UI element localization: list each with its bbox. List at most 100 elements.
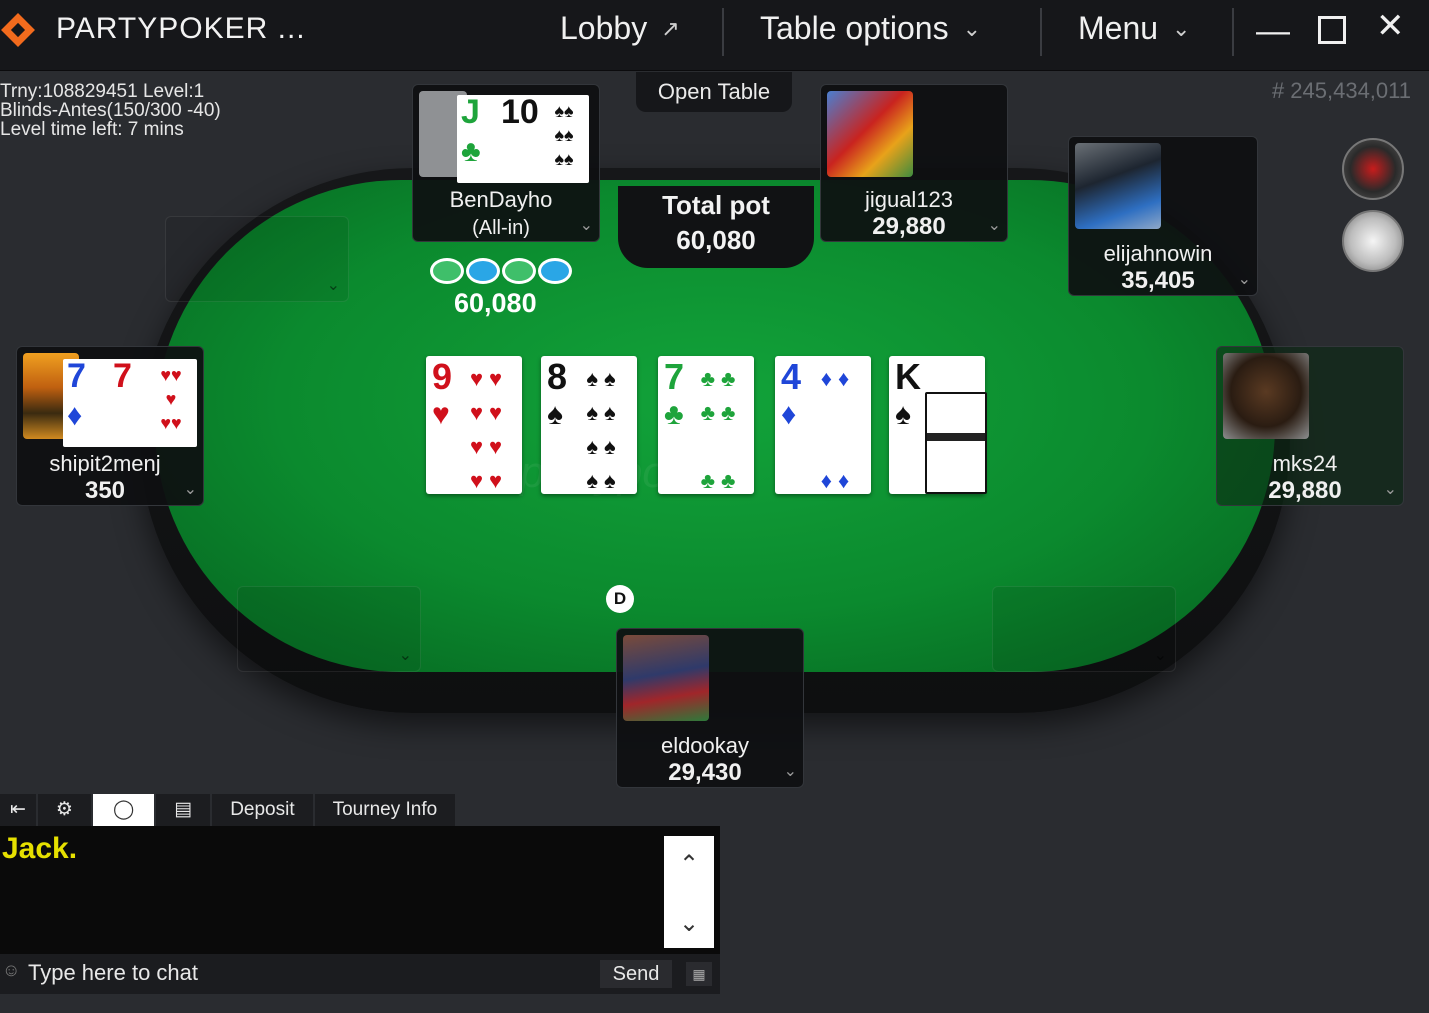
chevron-down-icon: ⌄ [987, 217, 1001, 234]
player-seat-elijahnowin[interactable]: elijahnowin 35,405 ⌄ [1068, 136, 1258, 296]
chevron-down-icon: ⌄ [783, 763, 797, 780]
empty-seat[interactable]: ⌄ [165, 216, 349, 302]
hole-card: 7 ♥♥ ♥ ♥♥ [109, 357, 197, 447]
chat-scrollbar[interactable]: ⌃ ⌄ [664, 836, 714, 948]
card-pips: ♥♥ ♥ ♥♥ [160, 365, 182, 433]
blinds-line: Blinds-Antes(150/300 -40) [0, 100, 221, 121]
board-card-3: 7 ♣ ♣♣ ♣♣ ♣♣ [658, 356, 754, 494]
chevron-down-icon: ⌄ [398, 647, 412, 664]
bet-amount: 60,080 [454, 288, 537, 318]
card-rank: 10 [501, 93, 539, 131]
card-rank: J [461, 93, 480, 131]
player-stack: (All-in) [472, 217, 530, 239]
scroll-down-icon[interactable]: ⌄ [664, 909, 714, 938]
cards-icon[interactable] [1342, 210, 1404, 272]
menu-label: Menu [1078, 10, 1159, 46]
card-suit: ♠ [547, 398, 563, 431]
hole-card: 10 ♠♠ ♠♠ ♠♠ [497, 93, 589, 183]
tournament-info: Trny:108829451 Level:1 Blinds-Antes(150/… [0, 82, 221, 139]
chevron-down-icon: ⌄ [1172, 15, 1191, 41]
player-stack: 35,405 [1121, 267, 1195, 294]
card-rank: 7 [67, 357, 86, 395]
divider [722, 8, 724, 56]
card-suit: ♠ [895, 398, 911, 431]
divider [1232, 8, 1234, 56]
player-name: elijahnowin [1103, 241, 1213, 266]
card-pips: ♠♠ ♠♠ ♠♠ ♠♠ [586, 366, 622, 493]
card-suit: ♦ [781, 398, 797, 431]
chevron-down-icon: ⌄ [1383, 481, 1397, 498]
chat-tabs: ⇤ ⚙ ◯ ▤ Deposit Tourney Info [0, 794, 458, 826]
avatar [1223, 353, 1309, 439]
app-title: PARTYPOKER ... [56, 12, 306, 45]
player-seat-shipit2menj[interactable]: 7 ♦ 7 ♥♥ ♥ ♥♥ shipit2menj 350 ⌄ [16, 346, 204, 506]
scroll-up-icon[interactable]: ⌃ [664, 850, 714, 879]
board-card-4: 4 ♦ ♦♦ ♦♦ [775, 356, 871, 494]
menu-button[interactable]: Menu ⌄ [1078, 10, 1190, 47]
card-pips: ♣♣ ♣♣ ♣♣ [700, 366, 742, 493]
chip-icon [466, 258, 500, 284]
keyboard-icon[interactable]: ▦ [686, 962, 712, 986]
chevron-down-icon: ⌄ [326, 277, 340, 294]
chip-icon [502, 258, 536, 284]
table-options-button[interactable]: Table options ⌄ [760, 10, 981, 47]
player-stack: 29,430 [668, 759, 742, 786]
deposit-tab[interactable]: Deposit [212, 794, 315, 826]
minimize-button[interactable]: — [1256, 12, 1290, 51]
player-seat-bendayho[interactable]: J ♣ 10 ♠♠ ♠♠ ♠♠ BenDayho (All-in) ⌄ [412, 84, 600, 242]
avatar [1075, 143, 1161, 229]
player-stack: 29,880 [1268, 477, 1342, 504]
tourney-info-tab[interactable]: Tourney Info [314, 794, 458, 826]
chevron-down-icon: ⌄ [1153, 647, 1167, 664]
chevron-down-icon: ⌄ [183, 481, 197, 498]
total-pot-value: 60,080 [676, 225, 756, 255]
avatar [623, 635, 709, 721]
hand-number: # 245,434,011 [1271, 78, 1411, 103]
card-rank: 7 [664, 356, 685, 397]
card-suit: ♥ [432, 398, 450, 431]
lobby-button[interactable]: Lobby ↗ [560, 10, 680, 47]
maximize-button[interactable] [1318, 16, 1346, 44]
maximize-icon [1318, 16, 1346, 44]
send-button[interactable]: Send [600, 960, 672, 988]
player-name: BenDayho [449, 187, 553, 212]
card-rank: 4 [781, 356, 802, 397]
board-card-2: 8 ♠ ♠♠ ♠♠ ♠♠ ♠♠ [541, 356, 637, 494]
player-seat-mks24[interactable]: mks24 29,880 ⌄ [1216, 346, 1404, 506]
chat-input[interactable]: Type here to chat [28, 960, 198, 986]
open-table-button[interactable]: Open Table [636, 72, 792, 112]
collapse-icon[interactable]: ⇤ [0, 794, 38, 826]
board-card-1: 9 ♥ ♥♥ ♥♥ ♥♥ ♥♥ [426, 356, 522, 494]
total-pot: Total pot 60,080 [618, 186, 814, 268]
chat-input-row: ☺ Type here to chat Send ▦ [0, 954, 720, 994]
player-seat-jigual123[interactable]: jigual123 29,880 ⌄ [820, 84, 1008, 242]
lobby-label: Lobby [560, 10, 648, 46]
player-name: mks24 [1272, 451, 1338, 476]
card-rank: 9 [432, 356, 453, 397]
card-suit: ♣ [461, 135, 481, 168]
hole-card: 7 ♦ [63, 357, 113, 447]
player-stack: 29,880 [872, 213, 946, 240]
card-pips: ♠♠ ♠♠ ♠♠ [554, 101, 574, 169]
divider [1040, 8, 1042, 56]
table-options-label: Table options [760, 10, 949, 46]
player-name: shipit2menj [49, 451, 161, 476]
empty-seat[interactable]: ⌄ [992, 586, 1176, 672]
level-time-line: Level time left: 7 mins [0, 119, 184, 140]
close-button[interactable]: ✕ [1376, 6, 1405, 46]
total-pot-label: Total pot [662, 190, 770, 220]
chat-log: Jack. ⌃ ⌄ [0, 826, 720, 954]
card-pips: ♦♦ ♦♦ [820, 366, 856, 493]
notes-icon[interactable]: ▤ [156, 794, 213, 826]
king-face-icon [925, 392, 987, 494]
roulette-icon[interactable] [1342, 138, 1404, 200]
chevron-down-icon: ⌄ [579, 217, 593, 234]
chevron-down-icon: ⌄ [1237, 271, 1251, 288]
emoji-icon[interactable]: ☺ [2, 960, 20, 981]
player-seat-eldookay[interactable]: eldookay 29,430 ⌄ [616, 628, 804, 788]
settings-gear-icon[interactable]: ⚙ [37, 794, 93, 826]
dealer-button-icon: D [606, 585, 634, 613]
empty-seat[interactable]: ⌄ [237, 586, 421, 672]
chat-tab[interactable]: ◯ [92, 794, 157, 826]
player-name: eldookay [660, 733, 750, 758]
